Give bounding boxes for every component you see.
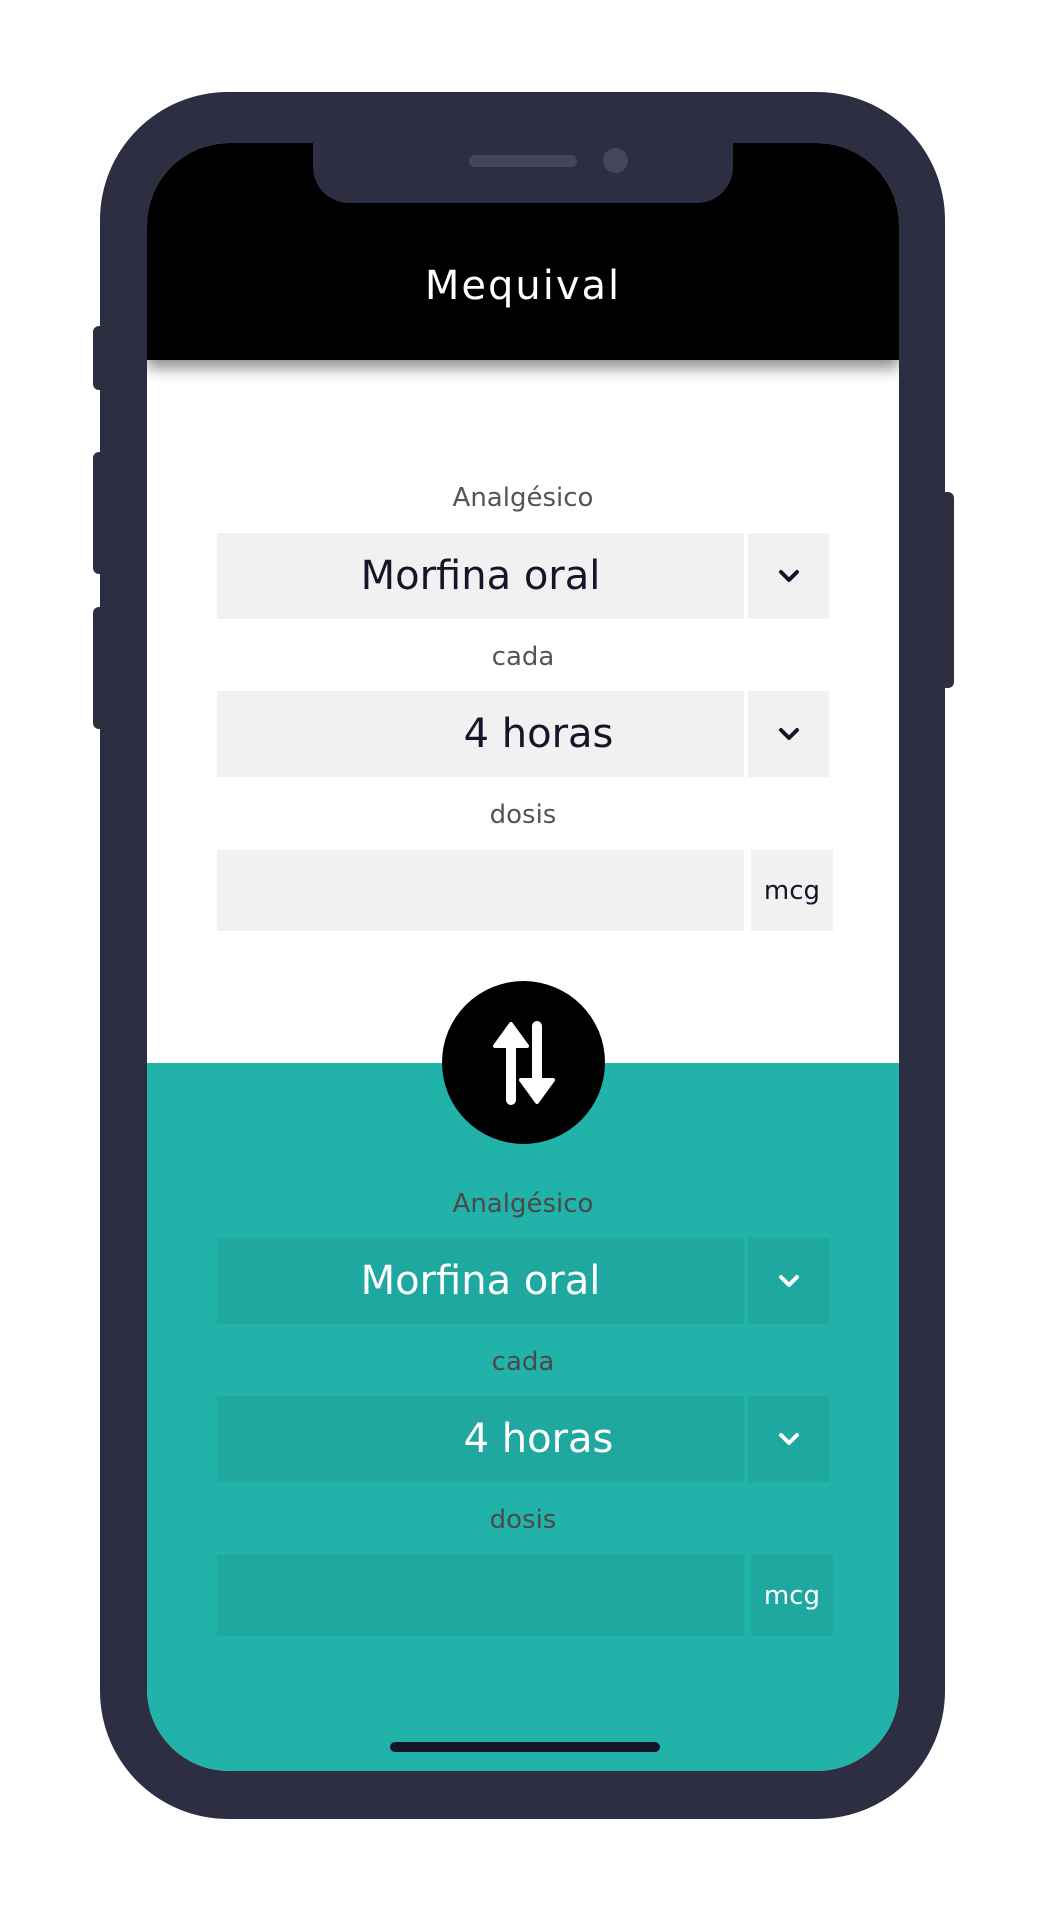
phone-notch	[313, 143, 733, 203]
front-camera	[603, 148, 628, 173]
target-interval-dropdown-button[interactable]	[748, 1396, 829, 1482]
swap-vertical-icon	[492, 1020, 555, 1105]
home-indicator[interactable]	[390, 1742, 660, 1752]
chevron-down-icon	[778, 570, 799, 582]
source-analgesic-label: Analgésico	[452, 483, 594, 513]
source-analgesic-dropdown-button[interactable]	[748, 533, 829, 619]
target-interval-select[interactable]: 4 horas	[217, 1396, 744, 1482]
speaker-grille	[469, 155, 577, 167]
result-panel: Analgésico Morfina oral cada 4 horas dos…	[147, 1063, 899, 1771]
target-analgesic-select[interactable]: Morfina oral	[217, 1238, 744, 1324]
chevron-down-icon	[778, 1275, 799, 1287]
source-dose-label: dosis	[489, 800, 557, 830]
chevron-down-icon	[778, 728, 799, 740]
source-dose-unit: mcg	[751, 850, 833, 931]
app-screen: Mequival Analgésico Morfina oral cada 4 …	[147, 143, 899, 1771]
target-interval-label: cada	[491, 1347, 555, 1377]
source-dose-input[interactable]	[217, 850, 744, 931]
app-title: Mequival	[424, 263, 622, 309]
source-interval-select[interactable]: 4 horas	[217, 691, 744, 777]
source-interval-dropdown-button[interactable]	[748, 691, 829, 777]
source-analgesic-value: Morfina oral	[360, 553, 601, 599]
chevron-down-icon	[778, 1433, 799, 1445]
source-interval-value: 4 horas	[463, 711, 614, 757]
target-analgesic-value: Morfina oral	[360, 1258, 601, 1304]
swap-button[interactable]	[442, 981, 605, 1144]
target-dose-input[interactable]	[217, 1555, 744, 1636]
target-dose-label: dosis	[489, 1505, 557, 1535]
target-dose-unit: mcg	[751, 1555, 833, 1636]
target-analgesic-dropdown-button[interactable]	[748, 1238, 829, 1324]
source-analgesic-select[interactable]: Morfina oral	[217, 533, 744, 619]
source-interval-label: cada	[491, 642, 555, 672]
target-interval-value: 4 horas	[463, 1416, 614, 1462]
target-analgesic-label: Analgésico	[452, 1189, 594, 1219]
